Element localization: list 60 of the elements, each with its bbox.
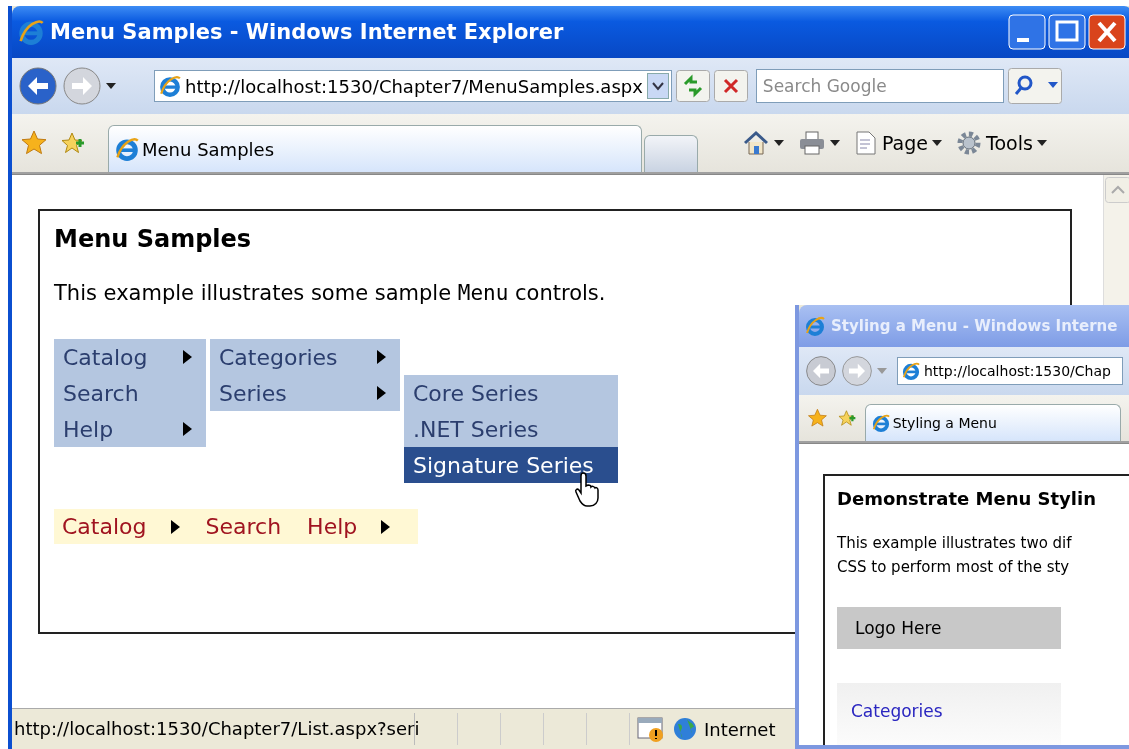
printer-icon xyxy=(798,130,826,156)
maximize-button[interactable] xyxy=(1048,14,1086,50)
favorites-star-icon[interactable] xyxy=(20,129,48,157)
menu-item[interactable]: Catalog xyxy=(62,514,180,539)
browser-logo-icon xyxy=(159,75,181,97)
search-field[interactable]: Search Google xyxy=(755,69,1004,103)
address-field[interactable]: http://localhost:1530/Chapter7/MenuSamples.aspx xyxy=(154,70,672,102)
page-heading: Menu Samples xyxy=(54,225,253,253)
print-button[interactable] xyxy=(798,130,840,156)
menu-item[interactable]: Signature Series xyxy=(404,447,618,483)
globe-icon xyxy=(672,716,698,742)
security-warning-icon xyxy=(636,715,666,743)
back-button[interactable] xyxy=(18,66,58,106)
zone-label: Internet xyxy=(704,718,776,740)
submenu-arrow-icon xyxy=(183,350,192,364)
browser-logo-icon xyxy=(805,316,825,336)
page-menu-button[interactable]: Page xyxy=(854,130,942,156)
close-button[interactable] xyxy=(1088,14,1126,50)
caret-icon[interactable] xyxy=(932,140,942,146)
browser-logo-icon xyxy=(902,362,920,380)
submenu-arrow-icon xyxy=(377,350,386,364)
menu-item[interactable]: Categories xyxy=(210,339,400,375)
window-title: Styling a Menu - Windows Interne xyxy=(831,317,1119,335)
caret-icon[interactable] xyxy=(774,140,784,146)
menu-item[interactable]: Help xyxy=(307,514,391,539)
menu-item[interactable]: Help xyxy=(54,411,206,447)
minimize-button[interactable] xyxy=(1008,14,1046,50)
search-button[interactable] xyxy=(1007,68,1062,104)
browser-logo-icon xyxy=(115,137,139,161)
stop-button[interactable] xyxy=(713,70,748,102)
menu-item[interactable]: Search xyxy=(54,375,206,411)
logo-banner: Logo Here xyxy=(837,607,1061,649)
page-heading: Demonstrate Menu Stylin xyxy=(837,488,1097,509)
intro-text: This example illustrates two dif xyxy=(837,533,1073,554)
menu-item[interactable]: Catalog xyxy=(54,339,206,375)
refresh-button[interactable] xyxy=(675,70,710,102)
caret-icon[interactable] xyxy=(106,83,116,89)
gear-icon xyxy=(956,130,982,156)
browser-logo-icon xyxy=(18,19,44,45)
intro-text: This example illustrates some sample Menu controls. xyxy=(54,281,607,305)
browser-logo-icon xyxy=(871,414,890,432)
menu-item[interactable]: Search xyxy=(205,514,282,539)
home-button[interactable] xyxy=(742,130,784,156)
caret-icon[interactable] xyxy=(1036,140,1047,146)
intro-text: CSS to perform most of the sty xyxy=(837,557,1071,578)
dropdown-button[interactable] xyxy=(646,73,669,99)
submenu-arrow-icon xyxy=(377,386,386,400)
home-icon xyxy=(742,130,770,156)
browser-tab[interactable]: Menu Samples xyxy=(108,125,642,172)
page-icon xyxy=(854,130,878,156)
caret-icon[interactable] xyxy=(830,140,840,146)
tools-menu-button[interactable]: Tools xyxy=(956,130,1047,156)
submenu-arrow-icon xyxy=(381,519,391,534)
menu-item[interactable]: Series xyxy=(210,375,400,411)
window-title: Menu Samples - Windows Internet Explorer xyxy=(50,20,565,44)
submenu-arrow-icon xyxy=(183,422,192,436)
menu-item[interactable]: Core Series xyxy=(404,375,618,411)
menu-item[interactable]: .NET Series xyxy=(404,411,618,447)
submenu-arrow-icon xyxy=(170,519,180,534)
menu-item[interactable]: Categories xyxy=(851,701,1061,721)
